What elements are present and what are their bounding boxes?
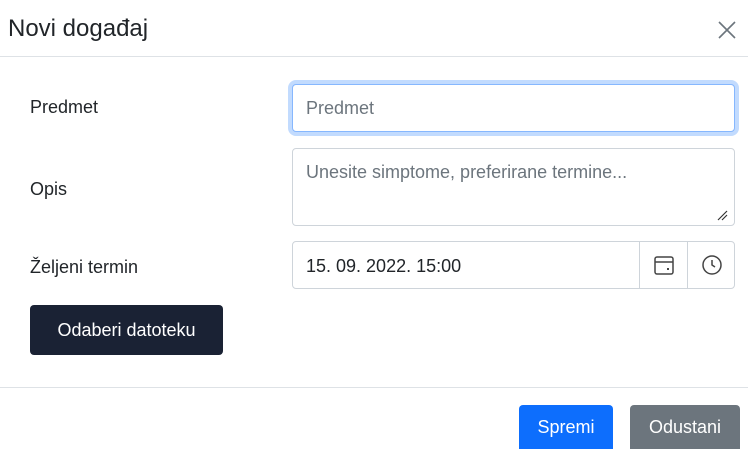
- save-button[interactable]: Spremi: [519, 405, 613, 449]
- close-icon: [718, 21, 736, 39]
- resize-grip-icon[interactable]: [716, 209, 728, 221]
- choose-file-button[interactable]: Odaberi datoteku: [30, 305, 223, 355]
- calendar-icon: [654, 256, 674, 275]
- modal-body: Predmet Opis Željeni termin 15. 09. 2022…: [0, 57, 748, 387]
- modal-header: Novi događaj: [0, 0, 748, 57]
- subject-input[interactable]: [292, 84, 735, 132]
- new-event-modal: Novi događaj Predmet Opis Željeni termin…: [0, 0, 748, 449]
- preferred-time-label: Željeni termin: [30, 257, 139, 277]
- datetime-picker[interactable]: 15. 09. 2022. 15:00: [292, 241, 735, 289]
- calendar-button[interactable]: [639, 242, 687, 288]
- subject-label: Predmet: [30, 97, 99, 117]
- modal-footer: Spremi Odustani: [0, 387, 748, 449]
- clock-icon: [702, 255, 722, 275]
- cancel-button[interactable]: Odustani: [630, 405, 740, 449]
- clock-button[interactable]: [687, 242, 735, 288]
- datetime-value[interactable]: 15. 09. 2022. 15:00: [306, 255, 461, 277]
- description-textarea[interactable]: [292, 148, 735, 226]
- description-label: Opis: [30, 179, 68, 199]
- close-button[interactable]: [714, 17, 740, 43]
- modal-title: Novi događaj: [8, 15, 149, 42]
